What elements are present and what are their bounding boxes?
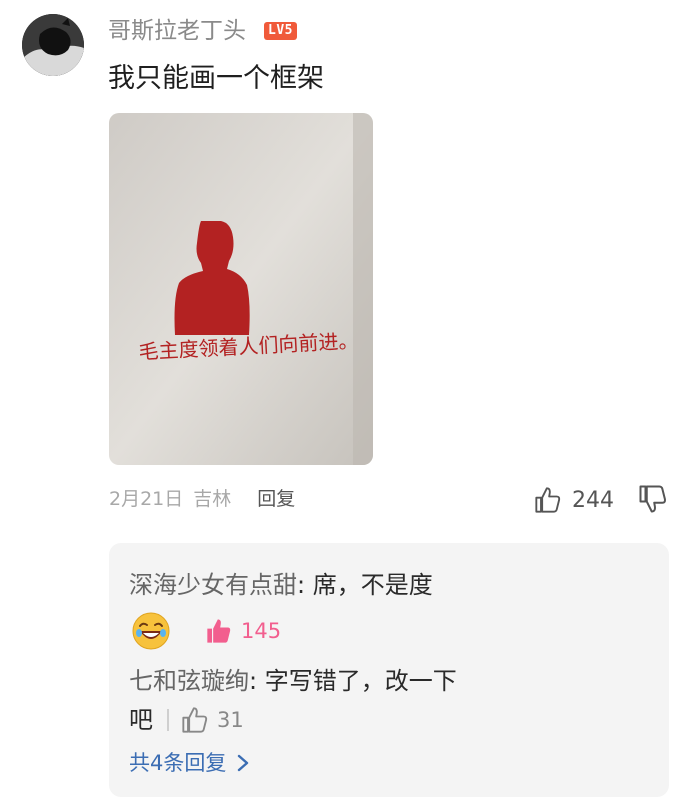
comment-text: 我只能画一个框架 <box>108 63 324 94</box>
comment-date: 2月21日 <box>109 488 184 510</box>
reply-text: : 字写错了，改一下 <box>249 667 457 695</box>
comment-meta: 2月21日 吉林 回复 <box>109 484 295 514</box>
reply-author[interactable]: 深海少女有点甜 <box>129 571 297 599</box>
thumb-up-icon <box>207 619 231 643</box>
level-badge: LV5 <box>264 22 297 40</box>
thumb-up-icon <box>182 707 208 733</box>
thumb-down-icon <box>639 485 666 513</box>
laughing-emoji-icon <box>131 611 171 651</box>
dislike-button[interactable] <box>638 484 670 516</box>
reply-item: 深海少女有点甜: 席，不是度 <box>129 568 433 602</box>
chevron-right-icon <box>238 754 249 772</box>
divider <box>167 709 169 731</box>
username[interactable]: 哥斯拉老丁头 <box>108 16 246 46</box>
reply-button[interactable]: 回复 <box>257 484 295 514</box>
reply-text: : 席，不是度 <box>297 571 433 599</box>
username-row: 哥斯拉老丁头 LV5 <box>108 16 297 46</box>
reply-author[interactable]: 七和弦璇绚 <box>129 667 249 695</box>
reply-like-button[interactable]: 145 <box>205 615 281 647</box>
comment-photo[interactable]: 毛主度领着人们向前进。 <box>109 113 373 465</box>
like-button[interactable]: 244 <box>534 484 614 516</box>
more-replies-link[interactable]: 共4条回复 <box>129 748 250 778</box>
more-replies-label: 共4条回复 <box>129 751 227 775</box>
reply-text-wrap: 吧 <box>129 706 153 734</box>
reply-like-button[interactable]: 31 <box>181 704 244 736</box>
like-count: 244 <box>572 487 614 513</box>
reply-like-count: 145 <box>241 619 282 643</box>
replies-panel: 深海少女有点甜: 席，不是度 145 七和弦璇绚: 字写错了，改一下 吧 31 … <box>109 543 669 797</box>
comment-location: 吉林 <box>193 488 232 510</box>
thumb-up-icon <box>535 487 561 513</box>
reply-like-count: 31 <box>217 708 244 732</box>
avatar-image <box>22 14 84 76</box>
avatar[interactable] <box>22 14 84 76</box>
reply-item: 七和弦璇绚: 字写错了，改一下 <box>129 664 457 698</box>
photo-image: 毛主度领着人们向前进。 <box>109 113 373 465</box>
